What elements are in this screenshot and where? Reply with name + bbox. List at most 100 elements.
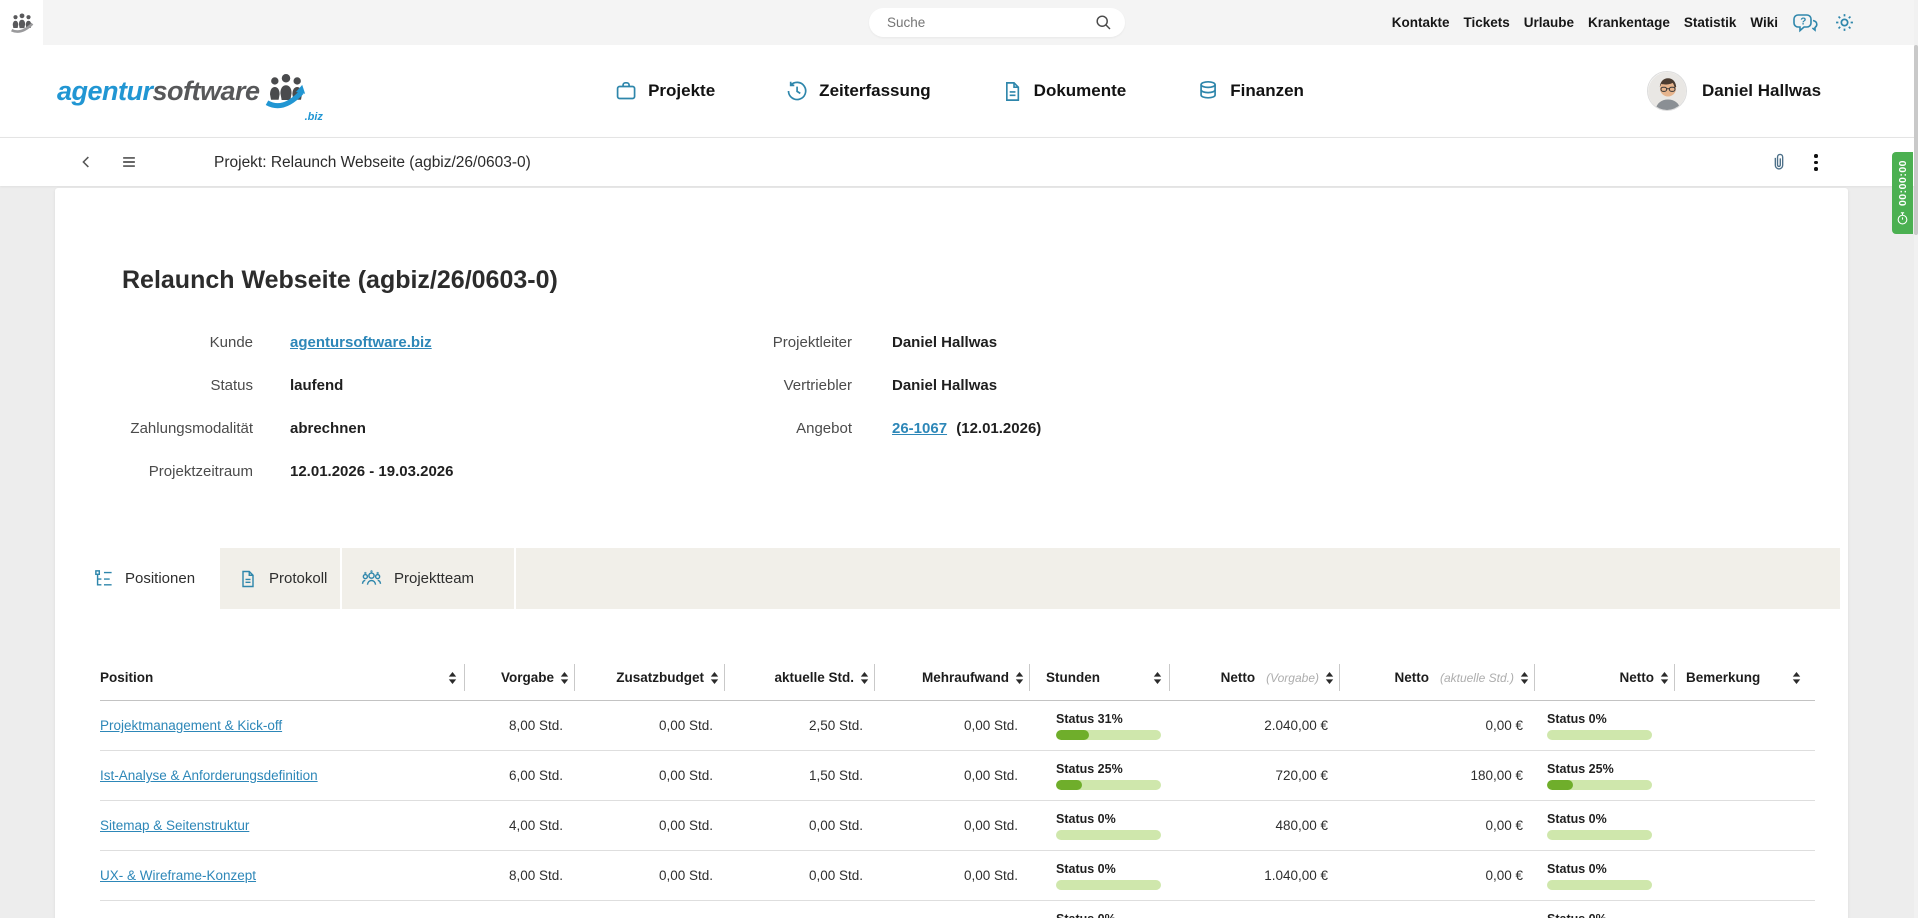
sort-icon[interactable] <box>1015 672 1024 684</box>
progress-bar <box>1547 880 1652 890</box>
cell-aktuelle-std: 0,00 Std. <box>725 851 875 900</box>
sort-icon[interactable] <box>1792 672 1801 684</box>
sort-icon[interactable] <box>1325 672 1334 684</box>
main-nav-bar: agentursoftware .biz Projekte <box>0 45 1918 137</box>
menu-kontakte[interactable]: Kontakte <box>1392 15 1450 30</box>
status-label: Status 25% <box>1056 762 1123 777</box>
cell-stunden-status: Status 0% <box>1030 801 1170 850</box>
sort-icon[interactable] <box>560 672 569 684</box>
breadcrumb-bar: Projekt: Relaunch Webseite (agbiz/26/060… <box>0 137 1918 186</box>
col-netto-aktuelle: Netto(aktuelle Std.) <box>1340 655 1535 700</box>
tab-protokoll[interactable]: Protokoll <box>220 548 342 609</box>
avatar <box>1647 71 1687 111</box>
scrollbar[interactable] <box>1914 0 1918 918</box>
cell-mehraufwand: 0,00 Std. <box>875 801 1030 850</box>
col-netto: Netto <box>1535 655 1675 700</box>
angebot-link[interactable]: 26-1067 <box>892 420 947 437</box>
gear-icon[interactable] <box>1833 11 1856 34</box>
brand-text-2: software <box>153 76 260 107</box>
position-link[interactable]: Ist-Analyse & Anforderungsdefinition <box>100 768 318 783</box>
search-icon[interactable] <box>1094 13 1113 32</box>
people-logo-icon <box>263 72 309 110</box>
cell-netto-status: Status 0% <box>1535 801 1675 850</box>
brand-logo[interactable]: agentursoftware .biz <box>57 45 323 137</box>
nav-projekte[interactable]: Projekte <box>614 79 715 103</box>
nav-dokumente[interactable]: Dokumente <box>1001 80 1127 103</box>
sort-icon[interactable] <box>710 672 719 684</box>
stopwatch-icon <box>1896 211 1909 226</box>
table-row: Ist-Analyse & Anforderungsdefinition 6,0… <box>100 751 1815 801</box>
position-link[interactable]: Sitemap & Seitenstruktur <box>100 818 249 833</box>
sort-icon[interactable] <box>1153 672 1162 684</box>
cell-netto-vorgabe <box>1170 901 1340 918</box>
progress-bar <box>1547 730 1652 740</box>
cell-netto-vorgabe: 1.040,00 € <box>1170 851 1340 900</box>
field-label-angebot: Angebot <box>635 420 852 437</box>
people-group-icon <box>9 11 35 35</box>
status-label: Status 0% <box>1547 812 1607 827</box>
status-label: Status 31% <box>1056 712 1123 727</box>
timer-value: 00:00:00 <box>1897 160 1909 206</box>
tab-strip: Positionen Protokoll Projektteam <box>75 548 1840 609</box>
col-label: Position <box>100 670 153 685</box>
tab-label: Projektteam <box>394 570 474 587</box>
field-label-status: Status <box>55 377 253 394</box>
cell-netto-aktuell: 0,00 € <box>1340 851 1535 900</box>
col-vorgabe: Vorgabe <box>465 655 575 700</box>
user-menu[interactable]: Daniel Hallwas <box>1647 45 1821 137</box>
cell-stunden-status: Status 31% <box>1030 701 1170 750</box>
sort-icon[interactable] <box>860 672 869 684</box>
field-value-projektzeitraum: 12.01.2026 - 19.03.2026 <box>290 463 453 480</box>
cell-mehraufwand: 0,00 Std. <box>875 851 1030 900</box>
position-link[interactable]: Projektmanagement & Kick-off <box>100 718 282 733</box>
chevron-left-icon[interactable] <box>78 153 96 176</box>
nav-finanzen[interactable]: Finanzen <box>1196 79 1304 103</box>
nav-label: Projekte <box>648 81 715 101</box>
col-label: Vorgabe <box>501 670 554 685</box>
menu-tickets[interactable]: Tickets <box>1464 15 1510 30</box>
document-icon <box>1001 80 1024 103</box>
cell-zusatzbudget: 0,00 Std. <box>575 851 725 900</box>
sort-icon[interactable] <box>1660 672 1669 684</box>
field-value-angebot: 26-1067 (12.01.2026) <box>892 420 1041 437</box>
col-zusatzbudget: Zusatzbudget <box>575 655 725 700</box>
col-sublabel: (aktuelle Std.) <box>1440 671 1514 685</box>
scrollbar-thumb[interactable] <box>1914 45 1918 235</box>
cell-bemerkung <box>1675 901 1815 918</box>
tab-positionen[interactable]: Positionen <box>75 548 220 609</box>
menu-krankentage[interactable]: Krankentage <box>1588 15 1670 30</box>
cell-position: Projektmanagement & Kick-off <box>100 701 465 750</box>
menu-statistik[interactable]: Statistik <box>1684 15 1737 30</box>
search-input[interactable] <box>887 15 1094 30</box>
cell-netto-aktuell <box>1340 901 1535 918</box>
tab-label: Positionen <box>125 570 195 587</box>
tab-projektteam[interactable]: Projektteam <box>342 548 516 609</box>
menu-wiki[interactable]: Wiki <box>1750 15 1778 30</box>
menu-urlaube[interactable]: Urlaube <box>1524 15 1574 30</box>
table-row: Projektmanagement & Kick-off 8,00 Std. 0… <box>100 701 1815 751</box>
cell-aktuelle-std <box>725 901 875 918</box>
cell-position: Ist-Analyse & Anforderungsdefinition <box>100 751 465 800</box>
timer-tab[interactable]: 00:00:00 <box>1892 152 1913 234</box>
nav-label: Dokumente <box>1034 81 1127 101</box>
app-corner-logo[interactable] <box>0 0 43 45</box>
kebab-icon[interactable] <box>1808 151 1824 174</box>
app-screen: Kontakte Tickets Urlaube Krankentage Sta… <box>0 0 1918 918</box>
top-bar: Kontakte Tickets Urlaube Krankentage Sta… <box>0 0 1918 45</box>
file-icon <box>238 569 258 589</box>
col-label: Mehraufwand <box>922 670 1009 685</box>
hamburger-icon[interactable] <box>120 153 138 176</box>
table-row: Status 0% Status 0% <box>100 901 1815 918</box>
cell-netto-vorgabe: 2.040,00 € <box>1170 701 1340 750</box>
status-label: Status 0% <box>1056 912 1116 918</box>
positions-table: Position Vorgabe Zusatzbudget aktuelle S… <box>100 655 1815 918</box>
customer-link[interactable]: agentursoftware.biz <box>290 334 432 351</box>
help-chat-icon[interactable]: ? <box>1792 11 1819 35</box>
nav-zeiterfassung[interactable]: Zeiterfassung <box>785 79 930 103</box>
cell-bemerkung <box>1675 851 1815 900</box>
position-link[interactable]: UX- & Wireframe-Konzept <box>100 868 256 883</box>
sort-icon[interactable] <box>1520 672 1529 684</box>
col-netto-vorgabe: Netto(Vorgabe) <box>1170 655 1340 700</box>
sort-icon[interactable] <box>448 672 457 684</box>
paperclip-icon[interactable] <box>1768 151 1790 178</box>
